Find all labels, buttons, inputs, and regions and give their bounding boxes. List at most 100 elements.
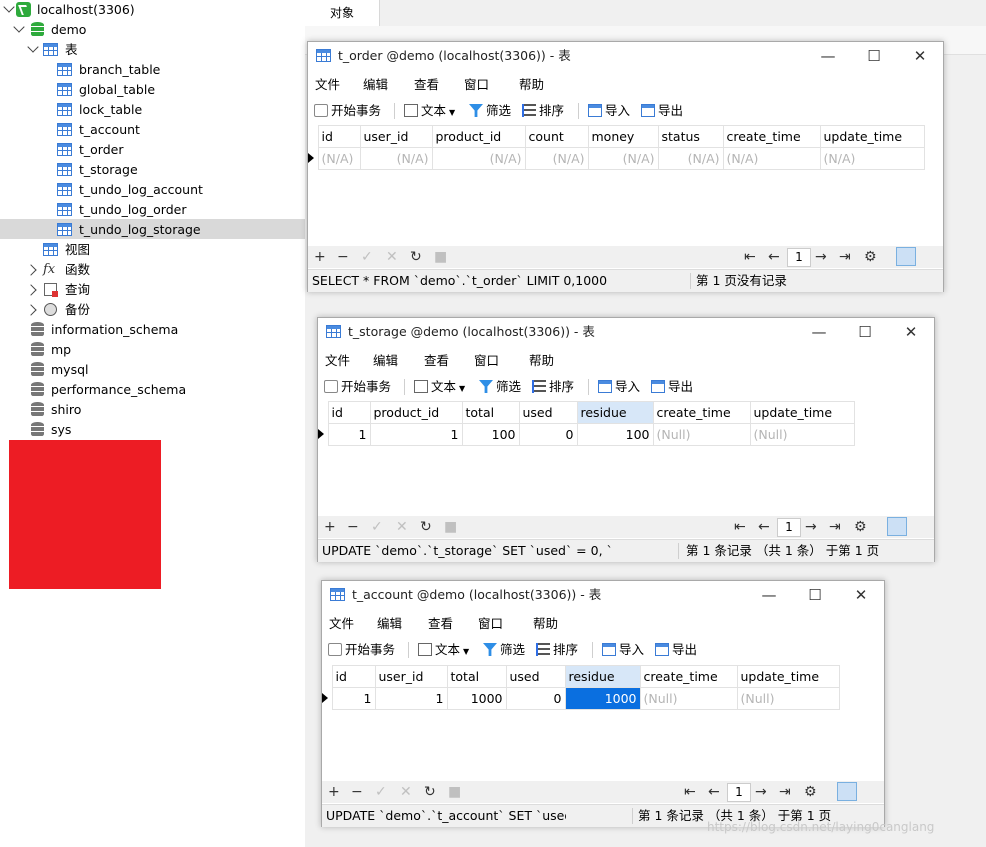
tree-item-database[interactable]: mysql [0, 360, 305, 380]
cell[interactable]: 0 [518, 423, 578, 446]
prev-page-button[interactable]: ← [758, 516, 770, 538]
tree-item-queries[interactable]: 查询 [0, 280, 305, 300]
add-record-button[interactable]: + [328, 781, 340, 803]
tree-item-tables-group[interactable]: 表 [0, 40, 305, 60]
export-button[interactable]: 导出 [641, 98, 683, 124]
close-button[interactable]: ✕ [838, 581, 884, 609]
menu-view[interactable]: 查看 [424, 350, 449, 372]
tree-item-database[interactable]: performance_schema [0, 380, 305, 400]
stop-button[interactable]: ■ [444, 516, 457, 538]
column-header[interactable]: create_time [639, 665, 738, 688]
export-button[interactable]: 导出 [655, 637, 697, 663]
add-record-button[interactable]: + [314, 246, 326, 268]
cell[interactable]: 1 [369, 423, 463, 446]
cell[interactable]: 0 [505, 687, 566, 710]
filter-button[interactable]: 筛选 [469, 98, 511, 124]
delete-record-button[interactable]: − [337, 246, 349, 268]
menu-view[interactable]: 查看 [414, 74, 439, 96]
stop-button[interactable]: ■ [448, 781, 461, 803]
tree-item-connection[interactable]: localhost(3306) [0, 0, 305, 20]
sort-button[interactable]: 排序 [522, 98, 564, 124]
prev-page-button[interactable]: ← [768, 246, 780, 268]
cell[interactable]: (N/A) [317, 147, 361, 170]
first-page-button[interactable]: ⇤ [734, 516, 746, 538]
sort-button[interactable]: 排序 [536, 637, 578, 663]
column-header[interactable]: id [327, 401, 371, 424]
form-view-button[interactable] [910, 517, 930, 536]
minimize-button[interactable]: — [805, 42, 851, 70]
add-record-button[interactable]: + [324, 516, 336, 538]
tree-item-table[interactable]: t_order [0, 140, 305, 160]
cell[interactable]: 100 [576, 423, 654, 446]
menu-edit[interactable]: 编辑 [363, 74, 388, 96]
menu-file[interactable]: 文件 [329, 613, 354, 635]
cell[interactable]: 1 [327, 423, 371, 446]
tree-item-database[interactable]: sys [0, 420, 305, 440]
table-row[interactable]: 1 1 1000 0 1000 (Null) (Null) [322, 687, 840, 710]
chevron-down-icon[interactable] [3, 1, 15, 13]
tree-item-database-demo[interactable]: demo [0, 20, 305, 40]
cell-selected[interactable]: 1000 [564, 687, 641, 710]
next-page-button[interactable]: → [815, 246, 827, 268]
chevron-right-icon[interactable] [25, 264, 37, 276]
cell[interactable]: 100 [461, 423, 520, 446]
apply-button[interactable]: ✓ [375, 781, 387, 803]
column-header[interactable]: create_time [722, 125, 821, 148]
next-page-button[interactable]: → [755, 781, 767, 803]
menu-file[interactable]: 文件 [315, 74, 340, 96]
cell[interactable]: (N/A) [819, 147, 925, 170]
tree-item-table[interactable]: branch_table [0, 60, 305, 80]
menu-help[interactable]: 帮助 [529, 350, 554, 372]
text-button[interactable]: 文本 ▼ [404, 98, 455, 124]
discard-button[interactable]: ✕ [396, 516, 408, 538]
column-header-selected[interactable]: residue [564, 665, 641, 688]
menu-file[interactable]: 文件 [325, 350, 350, 372]
tree-item-table[interactable]: global_table [0, 80, 305, 100]
column-header[interactable]: update_time [819, 125, 925, 148]
tree-item-table[interactable]: t_account [0, 120, 305, 140]
menu-edit[interactable]: 编辑 [373, 350, 398, 372]
begin-transaction-button[interactable]: 开始事务 [314, 98, 381, 124]
window-titlebar[interactable]: t_storage @demo (localhost(3306)) - 表 — … [318, 318, 934, 346]
tree-item-functions[interactable]: fx 函数 [0, 260, 305, 280]
delete-record-button[interactable]: − [351, 781, 363, 803]
import-button[interactable]: 导入 [598, 374, 640, 400]
column-header[interactable]: money [587, 125, 659, 148]
filter-button[interactable]: 筛选 [479, 374, 521, 400]
window-titlebar[interactable]: t_account @demo (localhost(3306)) - 表 — … [322, 581, 884, 609]
menu-view[interactable]: 查看 [428, 613, 453, 635]
window-t-storage[interactable]: t_storage @demo (localhost(3306)) - 表 — … [317, 317, 935, 562]
menu-help[interactable]: 帮助 [533, 613, 558, 635]
refresh-button[interactable]: ↻ [410, 246, 422, 268]
chevron-right-icon[interactable] [25, 304, 37, 316]
tree-item-table-selected[interactable]: t_undo_log_storage [0, 220, 305, 240]
column-header[interactable]: count [524, 125, 589, 148]
text-button[interactable]: 文本 ▼ [418, 637, 469, 663]
data-grid[interactable]: id user_id product_id count money status… [308, 125, 925, 170]
export-button[interactable]: 导出 [651, 374, 693, 400]
column-header[interactable]: total [446, 665, 507, 688]
settings-button[interactable]: ⚙ [864, 246, 877, 268]
menu-edit[interactable]: 编辑 [377, 613, 402, 635]
cell[interactable]: 1 [374, 687, 448, 710]
window-t-account[interactable]: t_account @demo (localhost(3306)) - 表 — … [321, 580, 885, 827]
page-number-input[interactable]: 1 [777, 518, 801, 537]
first-page-button[interactable]: ⇤ [684, 781, 696, 803]
tree-item-views[interactable]: 视图 [0, 240, 305, 260]
cell[interactable]: (N/A) [524, 147, 589, 170]
data-grid[interactable]: id product_id total used residue create_… [318, 401, 855, 446]
menu-window[interactable]: 窗口 [478, 613, 503, 635]
stop-button[interactable]: ■ [434, 246, 447, 268]
grid-view-button[interactable] [887, 517, 907, 536]
column-header[interactable]: id [317, 125, 361, 148]
filter-button[interactable]: 筛选 [483, 637, 525, 663]
cell[interactable]: 1 [331, 687, 376, 710]
table-row[interactable]: (N/A) (N/A) (N/A) (N/A) (N/A) (N/A) (N/A… [308, 147, 925, 170]
tree-item-table[interactable]: lock_table [0, 100, 305, 120]
grid-view-button[interactable] [896, 247, 916, 266]
first-page-button[interactable]: ⇤ [744, 246, 756, 268]
discard-button[interactable]: ✕ [386, 246, 398, 268]
import-button[interactable]: 导入 [602, 637, 644, 663]
column-header[interactable]: used [518, 401, 578, 424]
chevron-down-icon[interactable] [27, 41, 39, 53]
